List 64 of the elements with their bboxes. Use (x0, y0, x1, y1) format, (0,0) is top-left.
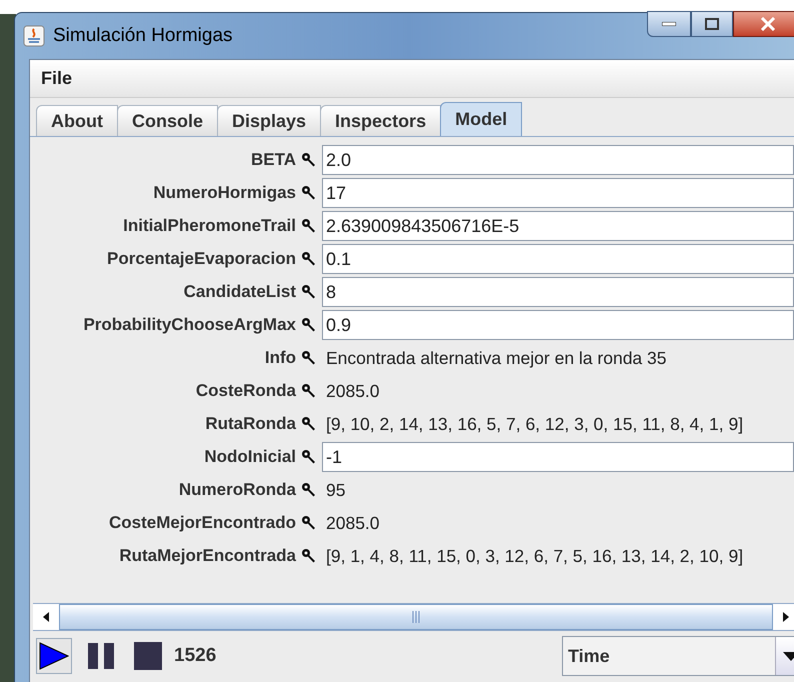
key-icon (301, 482, 317, 498)
property-value: 2085.0 (325, 512, 381, 535)
property-label: BETA (250, 149, 296, 172)
close-button[interactable] (733, 11, 794, 37)
step-counter: 1526 (174, 644, 216, 668)
stop-button[interactable] (132, 640, 164, 672)
property-label: NodoInicial (203, 446, 296, 468)
property-field[interactable]: 8 (322, 277, 794, 307)
tab[interactable]: Displays (217, 105, 322, 136)
key-icon (301, 383, 317, 399)
property-value: Encontrada alternativa mejor en la ronda 35 (325, 346, 668, 370)
stop-icon (134, 642, 162, 670)
caret-icon (782, 652, 794, 660)
key-icon (301, 449, 317, 465)
property-field[interactable]: 17 (322, 178, 794, 208)
property-field[interactable]: -1 (322, 442, 794, 472)
tab[interactable]: Model (440, 102, 522, 136)
play-button[interactable] (36, 638, 72, 674)
menu-item[interactable]: File (40, 65, 74, 92)
key-icon (301, 251, 317, 267)
scroll-left-icon[interactable] (33, 604, 59, 630)
close-icon (760, 17, 776, 31)
grip-icon (412, 611, 420, 623)
maximize-icon (705, 18, 719, 30)
property-label: InitialPheromoneTrail (122, 215, 296, 238)
play-icon (39, 642, 69, 670)
scroll-right-icon[interactable] (773, 604, 794, 630)
time-dropdown[interactable]: Time (562, 636, 794, 676)
property-label: CandidateList (182, 281, 296, 304)
property-label: NumeroHormigas (152, 182, 296, 204)
property-label: NumeroRonda (178, 479, 296, 502)
property-label: ProbabilityChooseArgMax (82, 314, 296, 336)
key-icon (301, 317, 317, 333)
property-field[interactable]: 0.1 (322, 244, 794, 274)
property-label: CosteRonda (194, 380, 296, 402)
app-icon (23, 25, 45, 47)
property-field[interactable]: 0.9 (322, 310, 794, 340)
property-label: RutaMejorEncontrada (118, 545, 296, 568)
property-label: PorcentajeEvaporacion (106, 248, 296, 270)
minimize-icon (662, 22, 676, 26)
key-icon (301, 416, 317, 432)
key-icon (301, 218, 317, 234)
minimize-button[interactable] (647, 11, 691, 37)
property-field[interactable]: 2.0 (322, 145, 794, 175)
property-label: CosteMejorEncontrado (108, 512, 296, 534)
pause-icon (87, 642, 117, 670)
tab[interactable]: Console (116, 105, 218, 136)
tab[interactable]: Inspectors (320, 105, 442, 136)
key-icon (301, 350, 317, 366)
property-value: [9, 10, 2, 14, 13, 16, 5, 7, 6, 12, 3, 0, 15, 11, 8, 4, 1, 9] (325, 412, 744, 436)
window-title: Simulación Hormigas (53, 24, 233, 48)
tab[interactable]: About (36, 105, 118, 136)
key-icon (301, 548, 317, 564)
property-value: [9, 1, 4, 8, 11, 15, 0, 3, 12, 6, 7, 5, 16, 13, 14, 2, 10, 9] (325, 544, 744, 568)
property-label: RutaRonda (204, 413, 296, 436)
key-icon (301, 152, 317, 168)
key-icon (301, 185, 317, 201)
key-icon (301, 515, 317, 531)
property-value: 2085.0 (325, 380, 381, 403)
property-value: 95 (325, 478, 346, 502)
property-label: Info (264, 347, 296, 370)
property-field[interactable]: 2.639009843506716E-5 (322, 211, 794, 241)
key-icon (301, 284, 317, 300)
maximize-button[interactable] (691, 11, 733, 37)
